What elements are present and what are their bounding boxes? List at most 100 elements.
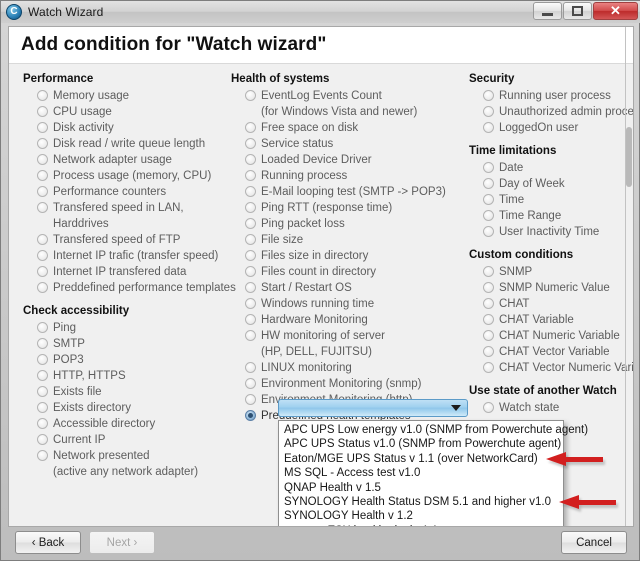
radio-icon[interactable] — [483, 298, 494, 309]
radio-icon[interactable] — [37, 154, 48, 165]
radio-option-row[interactable]: Running user process — [469, 88, 633, 104]
radio-option-row[interactable]: Windows running time — [231, 296, 469, 312]
radio-icon[interactable] — [37, 282, 48, 293]
health-template-combobox[interactable] — [278, 399, 468, 417]
radio-option-row[interactable]: POP3 — [23, 352, 231, 368]
radio-icon[interactable] — [37, 338, 48, 349]
radio-option-row[interactable]: Exists directory — [23, 400, 231, 416]
radio-option-row[interactable]: Date — [469, 160, 633, 176]
dropdown-list-item[interactable]: APC UPS Low energy v1.0 (SNMP from Power… — [279, 423, 588, 437]
radio-option-row[interactable]: Day of Week — [469, 176, 633, 192]
radio-option-row[interactable]: SMTP — [23, 336, 231, 352]
radio-icon[interactable] — [483, 282, 494, 293]
radio-icon[interactable] — [245, 250, 256, 261]
radio-option-row[interactable]: Files count in directory — [231, 264, 469, 280]
radio-option-row[interactable]: Disk activity — [23, 120, 231, 136]
radio-icon[interactable] — [245, 234, 256, 245]
radio-icon[interactable] — [245, 154, 256, 165]
radio-icon[interactable] — [37, 234, 48, 245]
radio-option-row[interactable]: Internet IP transfered data — [23, 264, 231, 280]
radio-icon[interactable] — [245, 218, 256, 229]
radio-icon[interactable] — [37, 450, 48, 461]
radio-icon[interactable] — [483, 226, 494, 237]
radio-option-row[interactable]: Internet IP trafic (transfer speed) — [23, 248, 231, 264]
radio-option-row[interactable]: Start / Restart OS — [231, 280, 469, 296]
radio-option-row[interactable]: Exists file — [23, 384, 231, 400]
radio-icon[interactable] — [483, 330, 494, 341]
radio-icon[interactable] — [483, 362, 494, 373]
radio-option-row[interactable]: SNMP — [469, 264, 633, 280]
radio-option-row[interactable]: Network presented (active any network ada… — [23, 448, 231, 480]
next-button[interactable]: Next › — [89, 531, 155, 554]
radio-option-row[interactable]: LoggedOn user — [469, 120, 633, 136]
radio-icon[interactable] — [37, 418, 48, 429]
radio-icon[interactable] — [245, 202, 256, 213]
radio-option-row[interactable]: HTTP, HTTPS — [23, 368, 231, 384]
radio-option-row[interactable]: Running process — [231, 168, 469, 184]
radio-icon[interactable] — [483, 106, 494, 117]
dropdown-list-item[interactable]: MS SQL - Access test v1.0 — [279, 466, 563, 480]
radio-icon-selected[interactable] — [245, 410, 256, 421]
health-template-dropdown-list[interactable]: APC UPS Low energy v1.0 (SNMP from Power… — [278, 420, 618, 526]
close-button[interactable]: ✕ — [593, 2, 638, 20]
radio-option-row[interactable]: Unauthorized admin process — [469, 104, 633, 120]
radio-icon[interactable] — [37, 202, 48, 213]
radio-icon[interactable] — [245, 90, 256, 101]
radio-icon[interactable] — [245, 282, 256, 293]
radio-option-row[interactable]: Hardware Monitoring — [231, 312, 469, 328]
radio-icon[interactable] — [483, 162, 494, 173]
dropdown-list-item[interactable]: SYNOLOGY Health Status DSM 5.1 and highe… — [279, 494, 618, 512]
radio-option-row[interactable]: Service status — [231, 136, 469, 152]
radio-option-row[interactable]: Current IP — [23, 432, 231, 448]
radio-option-row[interactable]: CHAT Variable — [469, 312, 633, 328]
radio-option-row[interactable]: LINUX monitoring — [231, 360, 469, 376]
dropdown-list-item[interactable]: SYNOLOGY Health v 1.2 — [279, 509, 563, 523]
radio-option-row[interactable]: Transfered speed of FTP — [23, 232, 231, 248]
radio-option-row[interactable]: Accessible directory — [23, 416, 231, 432]
cancel-button[interactable]: Cancel — [561, 531, 627, 554]
radio-icon[interactable] — [37, 106, 48, 117]
radio-option-row[interactable]: E-Mail looping test (SMTP -> POP3) — [231, 184, 469, 200]
radio-icon[interactable] — [37, 434, 48, 445]
radio-icon[interactable] — [37, 90, 48, 101]
radio-icon[interactable] — [37, 170, 48, 181]
radio-icon[interactable] — [37, 402, 48, 413]
radio-option-row[interactable]: File size — [231, 232, 469, 248]
radio-option-row[interactable]: SNMP Numeric Value — [469, 280, 633, 296]
radio-option-row[interactable]: HW monitoring of server (HP, DELL, FUJITS… — [231, 328, 469, 360]
radio-option-row[interactable]: Watch state — [469, 400, 633, 416]
radio-icon[interactable] — [483, 178, 494, 189]
dropdown-list-item[interactable]: APC UPS Status v1.0 (SNMP from Powerchut… — [279, 437, 563, 451]
radio-option-row[interactable]: User Inactivity Time — [469, 224, 633, 240]
radio-option-row[interactable]: CHAT Vector Variable — [469, 344, 633, 360]
radio-option-row[interactable]: Free space on disk — [231, 120, 469, 136]
radio-icon[interactable] — [37, 386, 48, 397]
radio-icon[interactable] — [245, 186, 256, 197]
radio-icon[interactable] — [37, 354, 48, 365]
radio-icon[interactable] — [245, 314, 256, 325]
vertical-scrollbar-thumb[interactable] — [626, 127, 632, 187]
radio-option-row[interactable]: CHAT Vector Numeric Variable — [469, 360, 633, 376]
radio-icon[interactable] — [245, 266, 256, 277]
radio-option-row[interactable]: Ping RTT (response time) — [231, 200, 469, 216]
radio-icon[interactable] — [245, 122, 256, 133]
radio-icon[interactable] — [37, 266, 48, 277]
radio-icon[interactable] — [37, 138, 48, 149]
back-button[interactable]: ‹ Back — [15, 531, 81, 554]
radio-icon[interactable] — [483, 346, 494, 357]
radio-option-row[interactable]: Time — [469, 192, 633, 208]
radio-option-row[interactable]: Ping packet loss — [231, 216, 469, 232]
radio-icon[interactable] — [37, 122, 48, 133]
radio-icon[interactable] — [483, 266, 494, 277]
radio-icon[interactable] — [245, 330, 256, 341]
radio-option-row[interactable]: CPU usage — [23, 104, 231, 120]
radio-option-row[interactable]: Transfered speed in LAN, Harddrives — [23, 200, 231, 232]
radio-icon[interactable] — [483, 122, 494, 133]
minimize-button[interactable] — [533, 2, 562, 20]
radio-option-row[interactable]: Time Range — [469, 208, 633, 224]
radio-icon[interactable] — [483, 314, 494, 325]
radio-option-row[interactable]: Memory usage — [23, 88, 231, 104]
radio-icon[interactable] — [245, 138, 256, 149]
radio-option-row[interactable]: Preddefined performance templates — [23, 280, 236, 296]
radio-option-row[interactable]: Ping — [23, 320, 231, 336]
